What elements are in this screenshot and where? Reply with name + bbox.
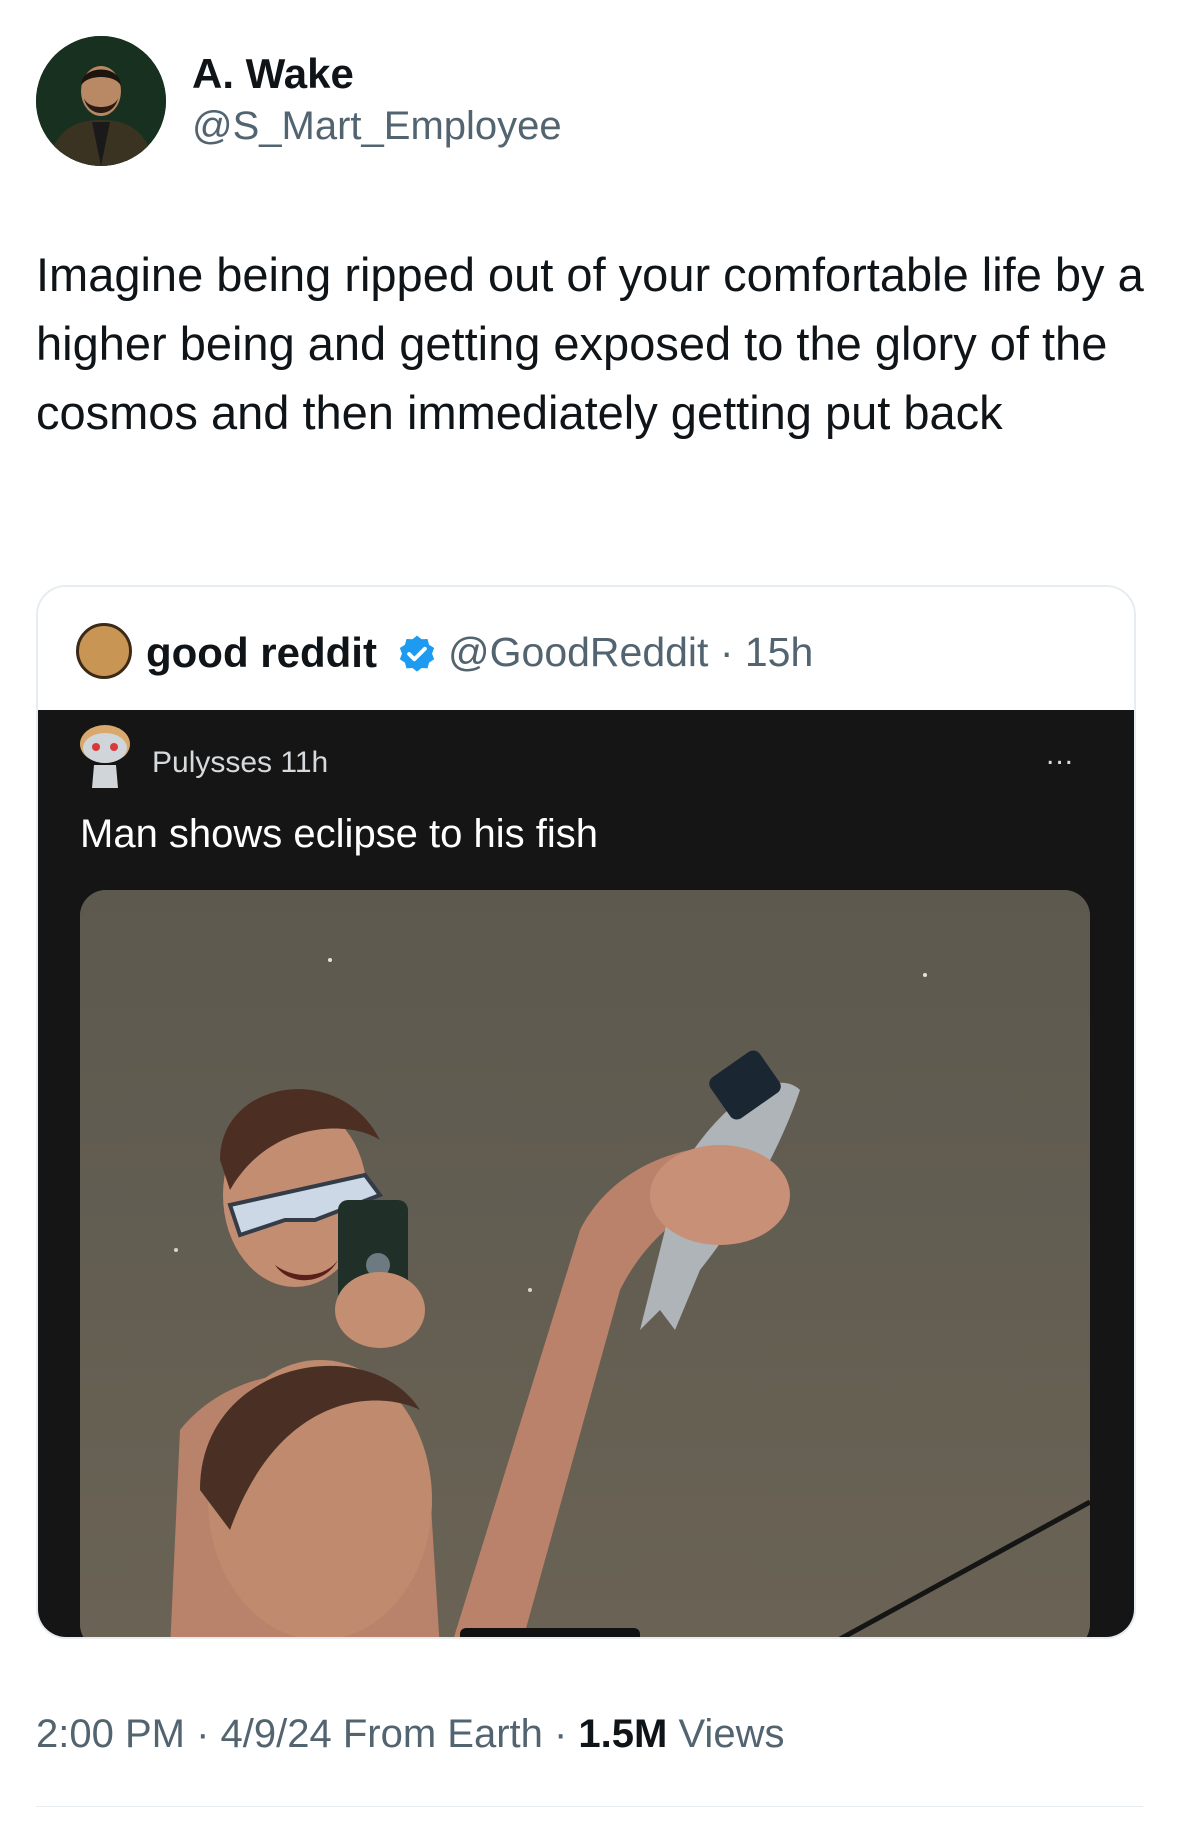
profile-photo-icon (36, 36, 166, 166)
quoted-author-avatar[interactable] (76, 623, 132, 679)
author-avatar[interactable] (36, 36, 166, 166)
more-options-icon[interactable]: ... (1046, 738, 1074, 772)
tweet-text: Imagine being ripped out of your comfort… (36, 248, 1144, 439)
divider (36, 1806, 1143, 1807)
quoted-tweet-card[interactable]: good reddit @GoodReddit · 15h Pulysses 1… (36, 585, 1136, 1639)
reddit-snoo-avatar-icon (80, 725, 130, 788)
views-count: 1.5M (578, 1712, 668, 1756)
reddit-post-title: Man shows eclipse to his fish (80, 812, 599, 856)
quoted-author-name[interactable]: good reddit (146, 629, 377, 677)
verified-badge-icon (399, 635, 435, 672)
eclipse-fish-photo[interactable] (80, 890, 1090, 1637)
quoted-handle-time: @GoodReddit · 15h (448, 629, 814, 675)
tweet-time-date-source[interactable]: 2:00 PM · 4/9/24 From Earth · (36, 1712, 578, 1756)
reddit-username-time: Pulysses 11h (152, 746, 329, 779)
quoted-tweet-header: good reddit @GoodReddit · 15h (38, 587, 1134, 710)
author-display-name[interactable]: A. Wake (192, 50, 354, 98)
author-handle[interactable]: @S_Mart_Employee (192, 104, 562, 149)
tweet-meta: 2:00 PM · 4/9/24 From Earth · 1.5M Views (36, 1712, 784, 1757)
views-label: Views (667, 1712, 785, 1756)
photo-image (80, 890, 1090, 1637)
reddit-post-screenshot: Pulysses 11h ... Man shows eclipse to hi… (38, 710, 1134, 1637)
